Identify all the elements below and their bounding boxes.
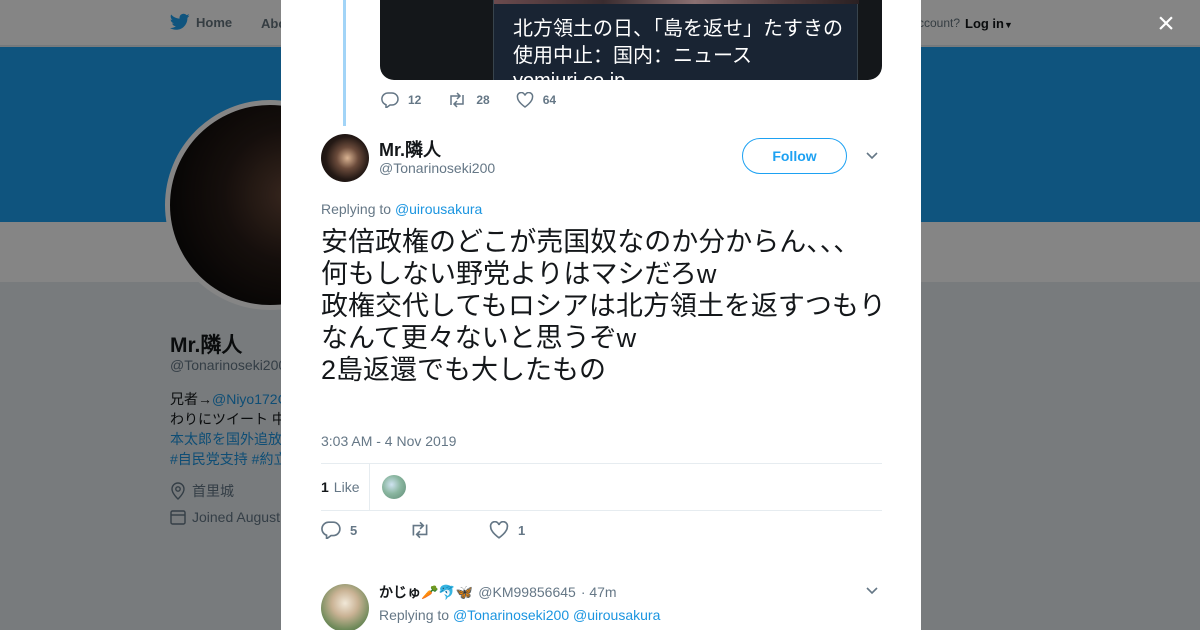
stats-divider bbox=[369, 464, 370, 510]
heart-icon bbox=[516, 92, 534, 108]
tweet-actions: 5 1 bbox=[321, 521, 525, 539]
retweet-icon bbox=[450, 92, 465, 108]
tweet-author-name[interactable]: Mr.隣人 bbox=[379, 136, 441, 162]
previous-tweet-actions: 12 28 64 bbox=[381, 92, 582, 108]
chevron-down-icon[interactable] bbox=[864, 148, 880, 164]
tweet-timestamp[interactable]: 3:03 AM - 4 Nov 2019 bbox=[321, 433, 456, 449]
reply-time[interactable]: · 47m bbox=[581, 584, 617, 600]
reply-icon bbox=[381, 92, 399, 108]
reply-divider bbox=[281, 566, 921, 576]
tweet-modal: 北方領土の日、「島を返せ」たすきの使用中止：国内：ニュース yomiuri.co… bbox=[281, 0, 921, 630]
like-button[interactable]: 1 bbox=[489, 521, 525, 539]
card-thumbnail-image bbox=[494, 0, 859, 4]
close-icon[interactable]: × bbox=[1152, 9, 1180, 39]
likes-stat-count: 1 bbox=[321, 479, 329, 495]
replying-handle-link[interactable]: @uirousakura bbox=[573, 607, 660, 623]
reply-button[interactable]: 5 bbox=[321, 521, 409, 539]
avatar[interactable] bbox=[321, 584, 369, 630]
reply-replying-to: Replying to @Tonarinoseki200 @uirousakur… bbox=[379, 607, 660, 623]
tweet-author-handle[interactable]: @Tonarinoseki200 bbox=[379, 160, 495, 176]
replying-to: Replying to @uirousakura bbox=[321, 201, 482, 217]
thread-connector-line bbox=[343, 0, 346, 126]
likes-stat[interactable]: 1 Like bbox=[321, 479, 359, 495]
card-content: 北方領土の日、「島を返せ」たすきの使用中止：国内：ニュース yomiuri.co… bbox=[493, 0, 859, 80]
likes-stat-label: Like bbox=[333, 479, 360, 495]
card-title: 北方領土の日、「島を返せ」たすきの使用中止：国内：ニュース bbox=[513, 18, 843, 67]
liker-avatar[interactable] bbox=[382, 475, 406, 499]
avatar[interactable] bbox=[321, 134, 369, 182]
like-count: 1 bbox=[518, 522, 526, 538]
reply-author[interactable]: かじゅ🥕🐬🦋 @KM99856645 · 47m bbox=[379, 582, 617, 602]
heart-icon bbox=[489, 521, 509, 539]
tweet-stats: 1 Like bbox=[321, 463, 882, 511]
follow-button[interactable]: Follow bbox=[742, 138, 847, 174]
retweet-count: 28 bbox=[476, 93, 490, 107]
chevron-down-icon[interactable] bbox=[864, 583, 880, 599]
replying-handle-link[interactable]: @uirousakura bbox=[395, 201, 482, 217]
reply-icon bbox=[321, 521, 341, 539]
reply-count: 5 bbox=[350, 522, 358, 538]
reply-author-handle: @KM99856645 bbox=[478, 584, 576, 600]
replying-label: Replying to bbox=[321, 201, 392, 217]
like-count: 64 bbox=[542, 93, 557, 107]
tweet-text: 安倍政権のどこが売国奴なのか分からん、、、 何もしない野党よりはマシだろw 政権… bbox=[321, 227, 886, 385]
like-button[interactable]: 64 bbox=[516, 92, 556, 108]
reply-count: 12 bbox=[408, 93, 422, 107]
retweet-button[interactable]: 28 bbox=[447, 92, 490, 108]
retweet-icon bbox=[412, 521, 428, 539]
link-preview-card[interactable]: 北方領土の日、「島を返せ」たすきの使用中止：国内：ニュース yomiuri.co… bbox=[380, 0, 882, 80]
retweet-button[interactable] bbox=[409, 521, 489, 539]
replying-label: Replying to bbox=[379, 607, 450, 623]
reply-button[interactable]: 12 bbox=[381, 92, 421, 108]
card-url: yomiuri.co.jp bbox=[513, 70, 625, 80]
replying-handle-link[interactable]: @Tonarinoseki200 bbox=[453, 607, 569, 623]
reply-author-name: かじゅ🥕🐬🦋 bbox=[379, 584, 474, 600]
